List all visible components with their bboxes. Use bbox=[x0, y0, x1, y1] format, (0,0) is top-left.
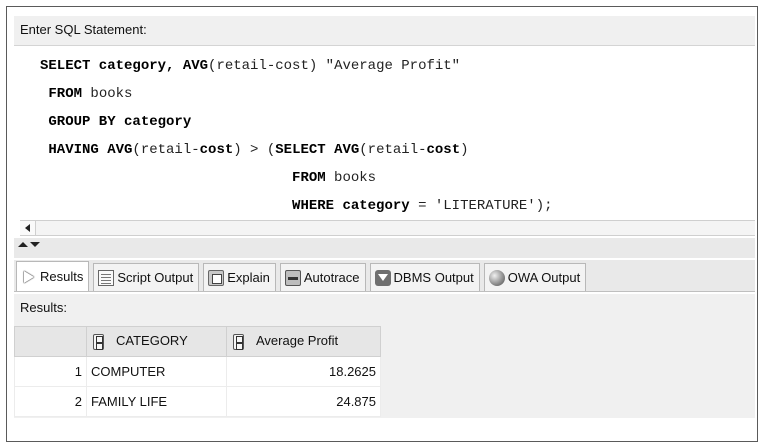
sql-line-2-keyword: FROM bbox=[40, 86, 83, 102]
collapse-down-icon[interactable] bbox=[30, 242, 40, 247]
results-label: Results: bbox=[14, 294, 755, 322]
tab-dbms-output[interactable]: DBMS Output bbox=[369, 263, 480, 291]
tab-script-output[interactable]: Script Output bbox=[93, 263, 200, 291]
tab-owa-output[interactable]: OWA Output bbox=[483, 263, 587, 291]
splitter-arrows[interactable] bbox=[18, 242, 46, 254]
sql-line-4-keyword: HAVING AVG bbox=[40, 142, 133, 158]
editor-horizontal-scrollbar[interactable] bbox=[20, 220, 755, 236]
dbms-output-icon bbox=[374, 269, 391, 286]
sql-line-5-keyword: FROM bbox=[292, 170, 326, 186]
sql-statement-label: Enter SQL Statement: bbox=[14, 16, 755, 46]
autotrace-icon bbox=[284, 269, 301, 286]
cell-category[interactable]: FAMILY LIFE bbox=[86, 386, 227, 417]
sql-line-6-keyword: WHERE category bbox=[292, 198, 410, 214]
row-number-header bbox=[14, 326, 87, 357]
pane-splitter[interactable] bbox=[14, 238, 755, 258]
cell-average-profit[interactable]: 18.2625 bbox=[226, 356, 381, 387]
sql-line-3-keyword: GROUP BY category bbox=[40, 114, 192, 130]
sql-line-1-keyword: SELECT category, bbox=[40, 58, 175, 74]
table-row[interactable]: 1 COMPUTER 18.2625 bbox=[14, 356, 381, 387]
tab-results[interactable]: Results bbox=[16, 261, 90, 291]
column-sort-icon[interactable] bbox=[93, 333, 104, 350]
row-number: 2 bbox=[14, 386, 87, 417]
tab-autotrace[interactable]: Autotrace bbox=[279, 263, 366, 291]
owa-globe-icon bbox=[488, 269, 505, 286]
column-header-category[interactable]: CATEGORY bbox=[86, 326, 227, 357]
results-grid: CATEGORY Average Profit 1 COMPUTER 18.26… bbox=[14, 326, 381, 417]
collapse-up-icon[interactable] bbox=[18, 242, 28, 247]
cell-average-profit[interactable]: 24.875 bbox=[226, 386, 381, 417]
cell-category[interactable]: COMPUTER bbox=[86, 356, 227, 387]
results-grid-area: CATEGORY Average Profit 1 COMPUTER 18.26… bbox=[14, 322, 755, 418]
output-tabs: Results Script Output Explain Autotrace … bbox=[14, 260, 755, 292]
script-output-icon bbox=[98, 269, 115, 286]
table-row[interactable]: 2 FAMILY LIFE 24.875 bbox=[14, 386, 381, 417]
explain-plan-icon bbox=[208, 269, 225, 286]
column-sort-icon[interactable] bbox=[233, 333, 244, 350]
column-header-average-profit[interactable]: Average Profit bbox=[226, 326, 381, 357]
row-number: 1 bbox=[14, 356, 87, 387]
sql-line-1-text: (retail-cost) "Average Profit" bbox=[208, 58, 461, 74]
scroll-left-arrow-icon[interactable] bbox=[20, 221, 36, 235]
play-icon bbox=[21, 269, 37, 285]
results-header-row: CATEGORY Average Profit bbox=[14, 326, 381, 357]
tab-explain[interactable]: Explain bbox=[203, 263, 276, 291]
sql-editor[interactable]: SELECT category, AVG(retail-cost) "Avera… bbox=[14, 46, 755, 220]
